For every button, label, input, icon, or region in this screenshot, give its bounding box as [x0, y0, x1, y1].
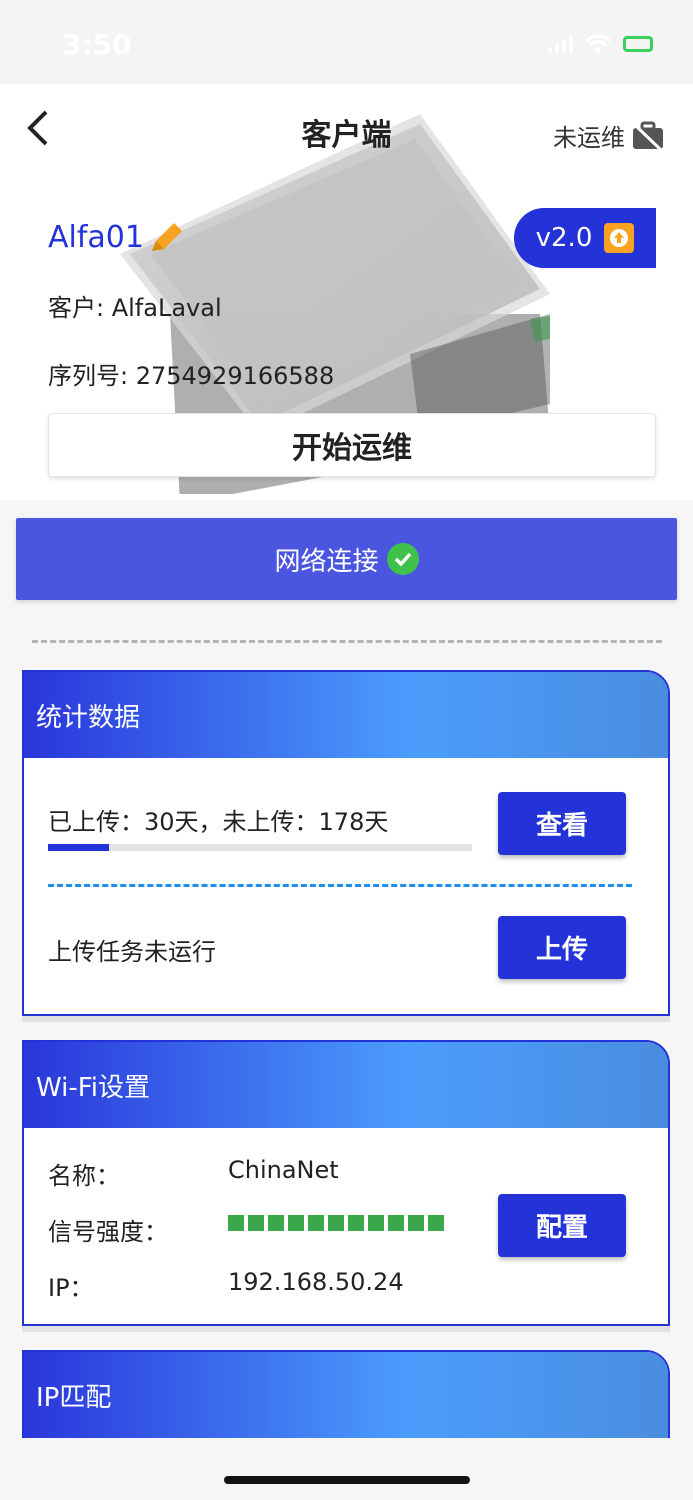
- signal-bar: [248, 1215, 264, 1231]
- stats-card-title: 统计数据: [24, 672, 668, 758]
- upload-task-status: 上传任务未运行: [48, 938, 216, 966]
- ops-status[interactable]: 未运维: [553, 118, 665, 153]
- version-text: v2.0: [535, 223, 593, 253]
- wifi-name-label: 名称：: [48, 1162, 120, 1190]
- signal-bar: [388, 1215, 404, 1231]
- cellular-signal-icon: [548, 35, 573, 53]
- wifi-ip-value: 192.168.50.24: [228, 1268, 404, 1296]
- upgrade-icon: [604, 223, 635, 253]
- check-circle-icon: [386, 543, 419, 575]
- wifi-signal-label: 信号强度：: [48, 1218, 168, 1246]
- pencil-edit-icon[interactable]: [148, 221, 184, 255]
- wifi-card-title: Wi-Fi设置: [24, 1042, 668, 1128]
- customer-line: 客户: AlfaLaval: [48, 294, 222, 322]
- upload-progress-fill: [48, 844, 110, 851]
- network-connect-button[interactable]: 网络连接: [16, 518, 677, 600]
- battery-icon: [623, 36, 653, 52]
- wifi-icon: [585, 34, 611, 53]
- stats-divider: [48, 884, 632, 887]
- signal-bar: [288, 1215, 304, 1231]
- wifi-signal-strength: [228, 1215, 444, 1231]
- signal-bar: [348, 1215, 364, 1231]
- ops-status-label: 未运维: [553, 124, 625, 152]
- section-divider: [32, 640, 662, 643]
- bottom-safe-area: [0, 1438, 693, 1500]
- signal-bar: [428, 1215, 444, 1231]
- device-name[interactable]: Alfa01: [48, 220, 184, 255]
- status-time: 3:50: [62, 28, 132, 61]
- view-button[interactable]: 查看: [498, 792, 626, 855]
- serial-line: 序列号: 2754929166588: [48, 362, 335, 390]
- upload-button[interactable]: 上传: [498, 916, 626, 979]
- stats-card: 统计数据 已上传：30天，未上传：178天 查看 上传任务未运行 上传: [22, 670, 670, 1016]
- status-icons: [548, 34, 653, 54]
- network-label: 网络连接: [274, 546, 379, 577]
- home-indicator[interactable]: [224, 1476, 470, 1484]
- signal-bar: [268, 1215, 284, 1231]
- wifi-card: Wi-Fi设置 名称： ChinaNet 信号强度： IP： 192.168.5…: [22, 1040, 670, 1326]
- wifi-name-value: ChinaNet: [228, 1156, 339, 1184]
- configure-button[interactable]: 配置: [498, 1194, 626, 1257]
- signal-bar: [328, 1215, 344, 1231]
- signal-bar: [368, 1215, 384, 1231]
- signal-bar: [408, 1215, 424, 1231]
- version-badge[interactable]: v2.0: [514, 208, 656, 268]
- ip-match-card: IP匹配: [22, 1350, 670, 1450]
- upload-progress-bar: [48, 844, 472, 851]
- signal-bar: [308, 1215, 324, 1231]
- upload-summary: 已上传：30天，未上传：178天: [48, 808, 389, 836]
- briefcase-off-icon: [633, 121, 663, 151]
- signal-bar: [228, 1215, 244, 1231]
- device-name-text: Alfa01: [48, 220, 144, 255]
- ip-match-card-title: IP匹配: [24, 1352, 668, 1438]
- wifi-ip-label: IP：: [48, 1274, 94, 1302]
- status-bar: 3:50: [0, 0, 693, 84]
- start-maintenance-button[interactable]: 开始运维: [48, 413, 656, 477]
